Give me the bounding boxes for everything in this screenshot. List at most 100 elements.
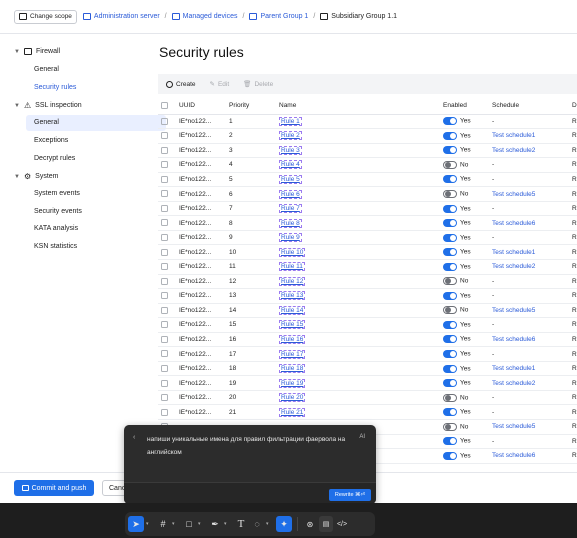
row-checkbox[interactable] <box>158 186 179 202</box>
enabled-toggle[interactable] <box>443 364 457 373</box>
column-header-schedule[interactable]: Schedule <box>492 98 572 115</box>
sidebar-item-decrypt-rules[interactable]: Decrypt rules <box>34 155 75 162</box>
sidebar-item-exceptions[interactable]: Exceptions <box>34 137 68 144</box>
chevron-down-icon[interactable]: ▾ <box>224 521 232 527</box>
move-tool-icon[interactable]: ➤ <box>128 516 144 532</box>
rule-name-link[interactable]: Rule 5 <box>279 174 302 184</box>
schedule-link[interactable]: Test schedule5 <box>492 307 535 314</box>
change-scope-button[interactable]: Change scope <box>14 9 77 24</box>
rule-name-link[interactable]: Rule 4 <box>279 160 302 170</box>
select-all-checkbox[interactable] <box>158 98 179 115</box>
rule-name-link[interactable]: Rule 1 <box>279 116 302 126</box>
row-checkbox[interactable] <box>158 317 179 333</box>
sidebar-item-system-events[interactable]: System events <box>34 190 80 197</box>
rule-name-link[interactable]: Rule 6 <box>279 189 302 199</box>
enabled-toggle[interactable] <box>443 437 457 446</box>
schedule-link[interactable]: Test schedule2 <box>492 147 535 154</box>
frame-tool-icon[interactable]: # <box>156 516 170 532</box>
enabled-toggle[interactable] <box>443 219 457 228</box>
enabled-toggle[interactable] <box>443 146 457 155</box>
enabled-toggle[interactable] <box>443 408 457 417</box>
rule-name-link[interactable]: Rule 9 <box>279 233 302 243</box>
row-checkbox[interactable] <box>158 215 179 231</box>
comment-tool-icon[interactable]: ◌ <box>250 516 264 532</box>
table-row[interactable]: IE*no122... 6 Rule 6 No Test schedule5 R <box>158 186 577 202</box>
column-header-d[interactable]: D <box>572 98 577 115</box>
table-row[interactable]: IE*no122... 17 Rule 17 Yes - R <box>158 346 577 362</box>
table-row[interactable]: IE*no122... 7 Rule 7 Yes - R <box>158 201 577 217</box>
schedule-link[interactable]: Test schedule5 <box>492 423 535 430</box>
row-checkbox[interactable] <box>158 201 179 217</box>
enabled-toggle[interactable] <box>443 248 457 257</box>
sidebar-item-kata-analysis[interactable]: KATA analysis <box>34 225 78 232</box>
enabled-toggle[interactable] <box>443 117 457 126</box>
rule-name-link[interactable]: Rule 16 <box>279 334 306 344</box>
chevron-down-icon[interactable]: ▾ <box>198 521 206 527</box>
rule-name-link[interactable]: Rule 12 <box>279 276 306 286</box>
row-checkbox[interactable] <box>158 114 179 130</box>
row-checkbox[interactable] <box>158 390 179 406</box>
schedule-link[interactable]: Test schedule2 <box>492 380 535 387</box>
row-checkbox[interactable] <box>158 172 179 188</box>
table-row[interactable]: IE*no122... 18 Rule 18 Yes Test schedule1 R <box>158 361 577 377</box>
row-checkbox[interactable] <box>158 157 179 173</box>
row-checkbox[interactable] <box>158 404 179 420</box>
text-tool-icon[interactable]: T <box>234 516 248 532</box>
table-row[interactable]: IE*no122... 14 Rule 14 No Test schedule5 R <box>158 303 577 319</box>
chevron-down-icon[interactable]: ▾ <box>146 521 154 527</box>
create-button[interactable]: Create <box>166 80 196 88</box>
table-row[interactable]: IE*no122... 10 Rule 10 Yes Test schedule1 R <box>158 244 577 260</box>
enabled-toggle[interactable] <box>443 306 457 315</box>
table-row[interactable]: IE*no122... 13 Rule 13 Yes - R <box>158 288 577 304</box>
breadcrumb-item-parent-group[interactable]: Parent Group 1 <box>249 13 308 20</box>
table-row[interactable]: IE*no122... 12 Rule 12 No - R <box>158 274 577 290</box>
table-row[interactable]: IE*no122... 5 Rule 5 Yes - R <box>158 172 577 188</box>
table-row[interactable]: IE*no122... 9 Rule 9 Yes - R <box>158 230 577 246</box>
enabled-toggle[interactable] <box>443 451 457 460</box>
enabled-toggle[interactable] <box>443 291 457 300</box>
rule-name-link[interactable]: Rule 15 <box>279 320 306 330</box>
rule-name-link[interactable]: Rule 13 <box>279 291 306 301</box>
enabled-toggle[interactable] <box>443 131 457 140</box>
edit-button[interactable]: ✎ Edit <box>210 80 230 89</box>
code-icon[interactable]: </> <box>335 516 349 532</box>
rule-name-link[interactable]: Rule 21 <box>279 407 306 417</box>
rule-name-link[interactable]: Rule 10 <box>279 247 306 257</box>
enabled-toggle[interactable] <box>443 233 457 242</box>
sidebar-section-ssl-inspection[interactable]: ▼ ⚠ SSL inspection <box>14 101 82 110</box>
row-checkbox[interactable] <box>158 274 179 290</box>
row-checkbox[interactable] <box>158 230 179 246</box>
table-row[interactable]: IE*no122... 11 Rule 11 Yes Test schedule2 R <box>158 259 577 275</box>
rule-name-link[interactable]: Rule 14 <box>279 305 306 315</box>
enabled-toggle[interactable] <box>443 204 457 213</box>
schedule-link[interactable]: Test schedule1 <box>492 365 535 372</box>
table-row[interactable]: IE*no122... 20 Rule 20 No - R <box>158 390 577 406</box>
delete-button[interactable]: 🗑︎ Delete <box>243 80 273 89</box>
table-row[interactable]: IE*no122... 8 Rule 8 Yes Test schedule6 R <box>158 215 577 231</box>
column-header-priority[interactable]: Priority <box>229 98 279 115</box>
rectangle-tool-icon[interactable]: □ <box>182 516 196 532</box>
enabled-toggle[interactable] <box>443 160 457 169</box>
schedule-link[interactable]: Test schedule6 <box>492 452 535 459</box>
schedule-link[interactable]: Test schedule2 <box>492 263 535 270</box>
enabled-toggle[interactable] <box>443 335 457 344</box>
rule-name-link[interactable]: Rule 3 <box>279 145 302 155</box>
column-header-enabled[interactable]: Enabled <box>443 98 492 115</box>
sidebar-item-security-rules[interactable]: Security rules <box>34 84 76 91</box>
sidebar-section-system[interactable]: ▼ ⚙ System <box>14 172 59 181</box>
rule-name-link[interactable]: Rule 2 <box>279 131 302 141</box>
table-row[interactable]: IE*no122... 15 Rule 15 Yes - R <box>158 317 577 333</box>
components-tool-icon[interactable]: ⊛ <box>303 516 317 532</box>
row-checkbox[interactable] <box>158 332 179 348</box>
row-checkbox[interactable] <box>158 346 179 362</box>
enabled-toggle[interactable] <box>443 379 457 388</box>
pen-tool-icon[interactable]: ✒ <box>208 516 222 532</box>
breadcrumb-item-managed-devices[interactable]: Managed devices <box>171 13 238 20</box>
schedule-link[interactable]: Test schedule5 <box>492 191 535 198</box>
back-icon[interactable]: ‹ <box>133 434 135 441</box>
rule-name-link[interactable]: Rule 17 <box>279 349 306 359</box>
table-row[interactable]: IE*no122... 4 Rule 4 No - R <box>158 157 577 173</box>
enabled-toggle[interactable] <box>443 393 457 402</box>
row-checkbox[interactable] <box>158 375 179 391</box>
enabled-toggle[interactable] <box>443 175 457 184</box>
